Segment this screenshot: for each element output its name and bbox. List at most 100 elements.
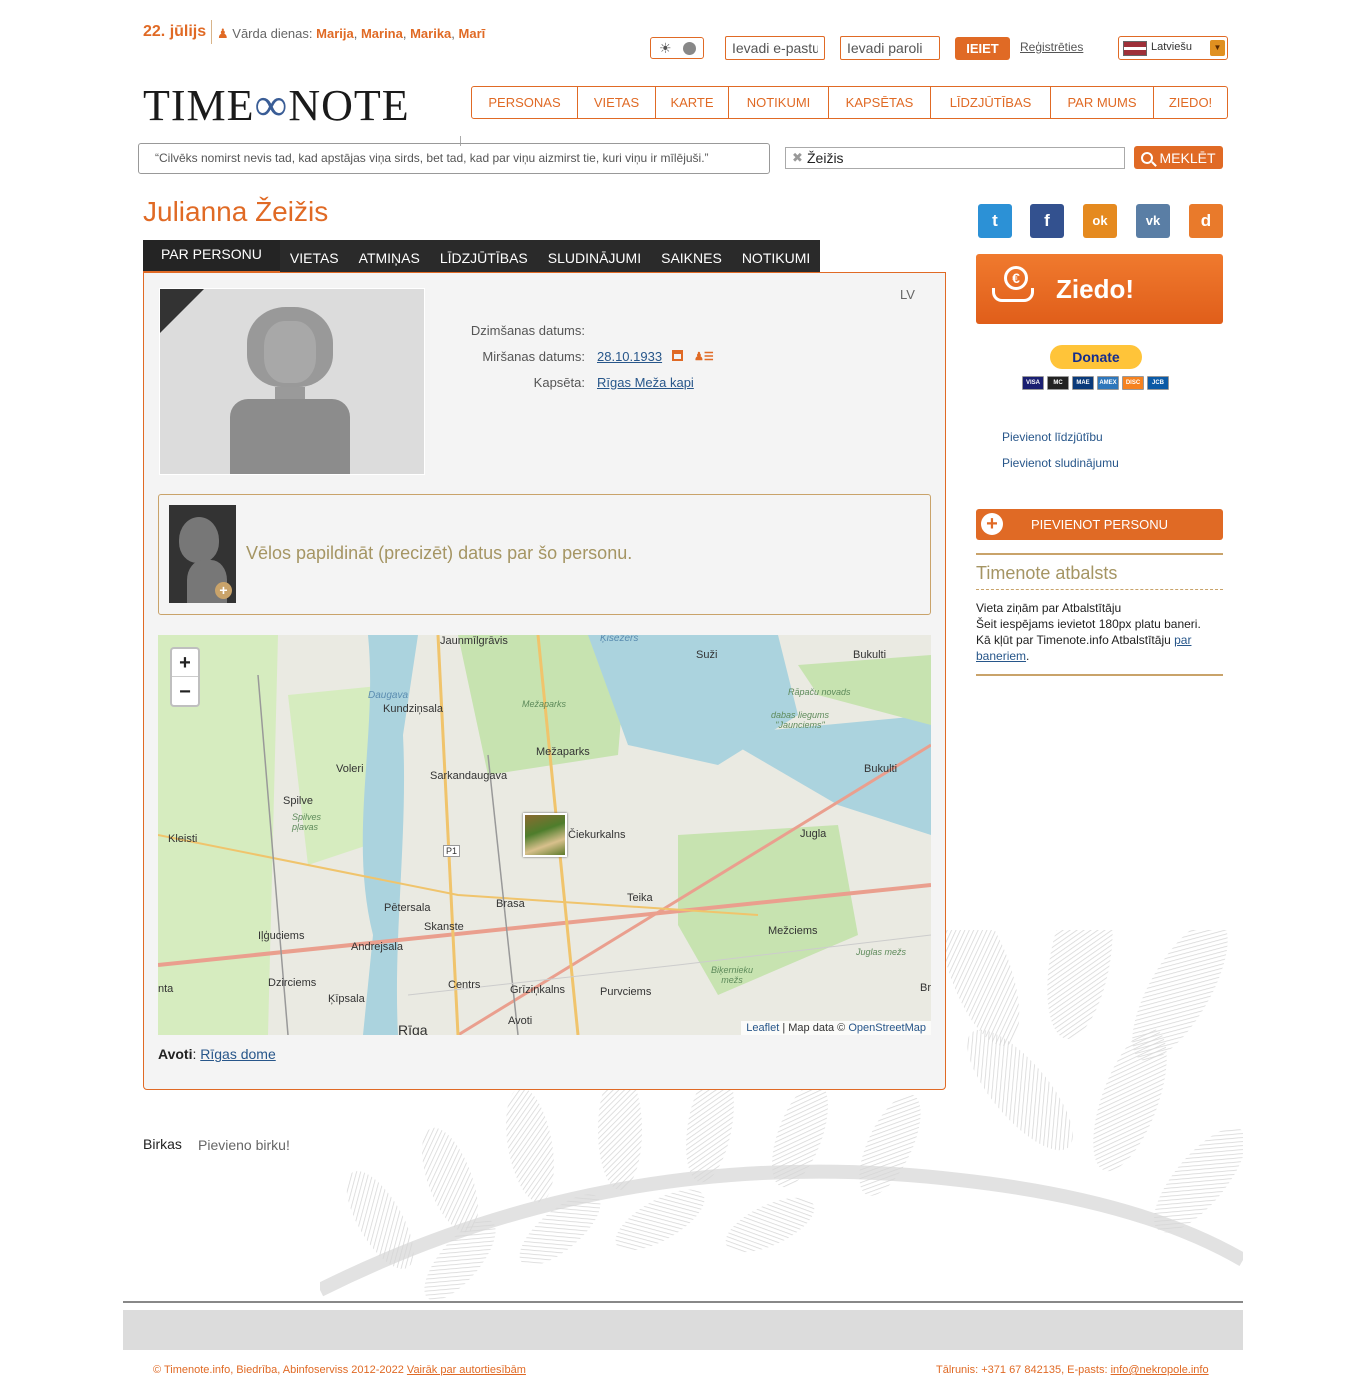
- cemetery-label: Kapsēta:: [533, 375, 585, 390]
- avatar-face: [264, 321, 316, 383]
- password-field[interactable]: [840, 36, 940, 60]
- clear-icon[interactable]: ✖: [792, 150, 803, 166]
- cemetery-link[interactable]: Rīgas Meža kapi: [597, 375, 694, 390]
- nameday-name[interactable]: Marina: [361, 26, 403, 41]
- osm-link[interactable]: OpenStreetMap: [848, 1022, 926, 1034]
- nameday-name[interactable]: Marika: [410, 26, 451, 41]
- date-divider: [211, 20, 212, 44]
- map-label: Centrs: [448, 979, 481, 991]
- tab-saiknes[interactable]: SAIKNES: [651, 240, 732, 272]
- facebook-icon[interactable]: f: [1030, 204, 1064, 238]
- map-attribution: Leaflet | Map data © OpenStreetMap: [741, 1021, 931, 1035]
- tab-notikumi[interactable]: NOTIKUMI: [732, 240, 820, 272]
- map-label: Andrejsala: [351, 941, 403, 953]
- email-field[interactable]: [725, 36, 825, 60]
- zoom-in-button[interactable]: +: [172, 649, 198, 677]
- person-silhouette-icon[interactable]: +: [169, 505, 236, 603]
- register-link[interactable]: Reģistrēties: [1020, 40, 1083, 54]
- vkontakte-icon[interactable]: vk: [1136, 204, 1170, 238]
- copyright-link[interactable]: Vairāk par autortiesībām: [407, 1364, 526, 1376]
- theme-toggle[interactable]: ☀: [650, 37, 704, 59]
- people-list-icon[interactable]: ♟☰: [694, 350, 714, 363]
- map-label: Iļģuciems: [258, 930, 305, 942]
- location-map[interactable]: Jaunmīlgrāvis Ķīšezers Suži Bukulti Daug…: [158, 635, 931, 1035]
- tags-label: Birkas: [143, 1136, 182, 1152]
- map-label: Mežciems: [768, 925, 818, 937]
- add-condolence-link[interactable]: Pievienot līdzjūtību: [1002, 430, 1103, 444]
- euro-coin-icon: €: [1004, 266, 1028, 290]
- footer-copyright: © Timenote.info, Biedrība, Abinfoserviss…: [153, 1364, 526, 1376]
- zoom-out-button[interactable]: −: [172, 678, 198, 706]
- paypal-donate-button[interactable]: Donate: [1050, 345, 1142, 369]
- map-label: Jugla: [800, 828, 827, 840]
- email-link[interactable]: info@nekropole.info: [1111, 1364, 1209, 1376]
- footer-band: [123, 1310, 1243, 1350]
- sources: Avoti: Rīgas dome: [158, 1046, 276, 1062]
- search-value: Žeižis: [807, 150, 844, 166]
- support-text-part: .: [1026, 649, 1030, 663]
- hand-icon: [992, 288, 1034, 302]
- nameday-name[interactable]: Marī: [459, 26, 486, 41]
- odnoklassniki-icon[interactable]: ok: [1083, 204, 1117, 238]
- add-tag-link[interactable]: Pievieno birku!: [198, 1137, 290, 1153]
- suggest-edit-text[interactable]: Vēlos papildināt (precizēt) datus par šo…: [246, 543, 632, 564]
- nav-item-notikumi[interactable]: NOTIKUMI: [729, 87, 829, 118]
- divider: [976, 674, 1223, 676]
- map-label: Bukulti: [853, 649, 887, 661]
- divider: [976, 553, 1223, 555]
- draugiem-icon[interactable]: d: [1189, 204, 1223, 238]
- quote: “Cilvēks nomirst nevis tad, kad apstājas…: [138, 143, 770, 174]
- map-label: Bukulti: [864, 763, 898, 775]
- cemetery-map-marker[interactable]: [523, 813, 567, 857]
- nav-item-par-mums[interactable]: PAR MUMS: [1051, 87, 1154, 118]
- calendar-icon[interactable]: [672, 350, 683, 361]
- leaflet-link[interactable]: Leaflet: [746, 1022, 779, 1034]
- search-button[interactable]: MEKLĒT: [1134, 146, 1223, 169]
- tab-par-personu[interactable]: PAR PERSONU: [143, 240, 280, 272]
- nav-item-personas[interactable]: PERSONAS: [472, 87, 578, 118]
- death-date-link[interactable]: 28.10.1933: [597, 349, 662, 364]
- language-select[interactable]: Latviešu ▼: [1118, 36, 1228, 60]
- add-person-button[interactable]: + PIEVIENOT PERSONU: [976, 509, 1223, 540]
- site-logo[interactable]: TIME∞NOTE: [143, 78, 410, 131]
- zoom-control: + −: [170, 647, 200, 707]
- nav-item-karte[interactable]: KARTE: [656, 87, 729, 118]
- person-icon: ♟: [217, 26, 229, 41]
- nameday-name[interactable]: Marija: [316, 26, 354, 41]
- map-label: Ķīšezers: [600, 635, 639, 644]
- nav-item-lidzjutibas[interactable]: LĪDZJŪTĪBAS: [931, 87, 1051, 118]
- nav-item-kapsetas[interactable]: KAPSĒTAS: [829, 87, 931, 118]
- support-line: Šeit iespējams ievietot 180px platu bane…: [976, 617, 1201, 631]
- sources-link[interactable]: Rīgas dome: [200, 1046, 275, 1062]
- tab-lidzjutibas[interactable]: LĪDZJŪTĪBAS: [430, 240, 538, 272]
- map-label: Juglas mežs: [856, 947, 907, 957]
- tab-sludinajumi[interactable]: SLUDINĀJUMI: [538, 240, 651, 272]
- sun-icon: ☀: [659, 40, 672, 56]
- visa-icon: VISA: [1022, 376, 1044, 390]
- nav-item-vietas[interactable]: VIETAS: [578, 87, 656, 118]
- sources-label: Avoti: [158, 1046, 193, 1062]
- add-ad-link[interactable]: Pievienot sludinājumu: [1002, 456, 1119, 470]
- copyright-text: © Timenote.info, Biedrība, Abinfoserviss…: [153, 1364, 407, 1376]
- support-line: Vieta ziņām par Atbalstītāju: [976, 601, 1122, 615]
- mourning-ribbon-icon: [160, 289, 204, 333]
- map-label: Brasa: [496, 898, 525, 910]
- tab-vietas[interactable]: VIETAS: [280, 240, 349, 272]
- jcb-icon: JCB: [1147, 376, 1169, 390]
- login-button[interactable]: IEIET: [955, 37, 1010, 60]
- donate-button[interactable]: € Ziedo!: [976, 254, 1223, 324]
- latvia-flag-icon: [1123, 41, 1147, 56]
- main-nav: PERSONAS VIETAS KARTE NOTIKUMI KAPSĒTAS …: [471, 86, 1228, 119]
- map-label: dabas liegums "Jaunciems": [770, 710, 830, 730]
- payment-cards: VISA MC MAE AMEX DISC JCB: [1022, 376, 1169, 390]
- tab-atminas[interactable]: ATMIŅAS: [349, 240, 430, 272]
- avatar-body: [230, 399, 350, 474]
- silhouette-head: [179, 517, 219, 563]
- search-input[interactable]: ✖ Žeižis: [785, 147, 1125, 169]
- attribution-text: | Map data ©: [779, 1022, 849, 1034]
- twitter-icon[interactable]: t: [978, 204, 1012, 238]
- nav-item-ziedo[interactable]: ZIEDO!: [1154, 87, 1227, 118]
- map-label: Jaunmīlgrāvis: [440, 635, 508, 647]
- map-label: Grīziņkalns: [510, 984, 566, 996]
- logo-text-left: TIME: [143, 81, 255, 130]
